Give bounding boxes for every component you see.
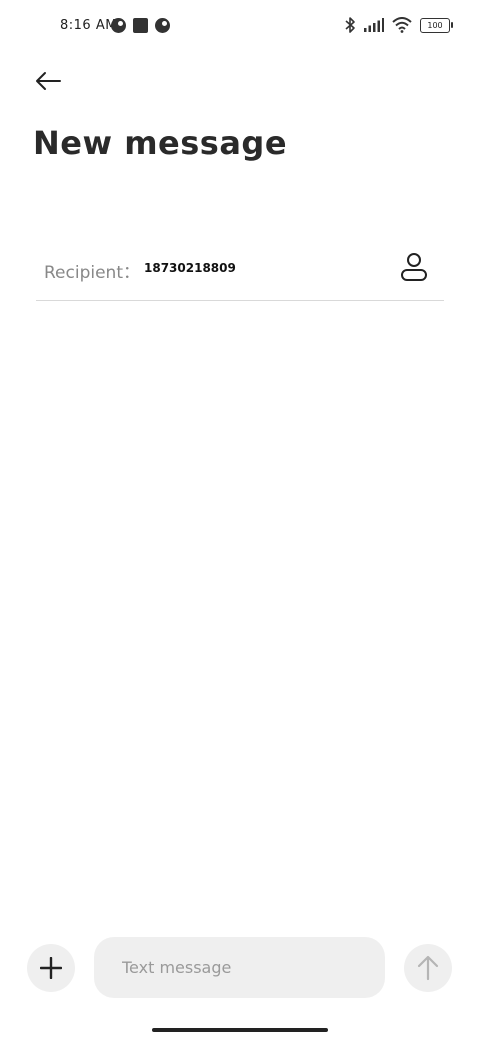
signal-icon [364, 18, 384, 32]
notification-circle-icon [111, 18, 126, 33]
recipient-label: Recipient： [44, 263, 140, 283]
arrow-up-icon [417, 955, 439, 981]
battery-icon: 100 [420, 17, 453, 33]
notification-circle-icon [155, 18, 170, 33]
person-icon [401, 253, 427, 281]
back-button[interactable] [30, 64, 66, 98]
message-input[interactable] [122, 937, 372, 998]
recipient-input[interactable] [144, 261, 344, 275]
send-button[interactable] [404, 944, 452, 992]
arrow-left-icon [36, 72, 61, 90]
add-attachment-button[interactable] [27, 944, 75, 992]
recipient-row: Recipient： [36, 236, 444, 301]
plus-icon [40, 957, 62, 979]
bluetooth-icon [345, 17, 355, 33]
contact-picker-button[interactable] [398, 250, 430, 284]
message-input-container [94, 937, 385, 998]
status-time: 8:16 AM [60, 18, 117, 33]
status-system-icons: 100 [344, 16, 453, 34]
page-title: New message [33, 124, 288, 162]
battery-level: 100 [427, 20, 443, 30]
wifi-icon [392, 17, 412, 33]
status-bar: 8:16 AM 100 [0, 0, 480, 54]
home-indicator[interactable] [152, 1028, 328, 1032]
square-notification-icon [133, 18, 148, 33]
status-notification-icons [111, 18, 170, 33]
